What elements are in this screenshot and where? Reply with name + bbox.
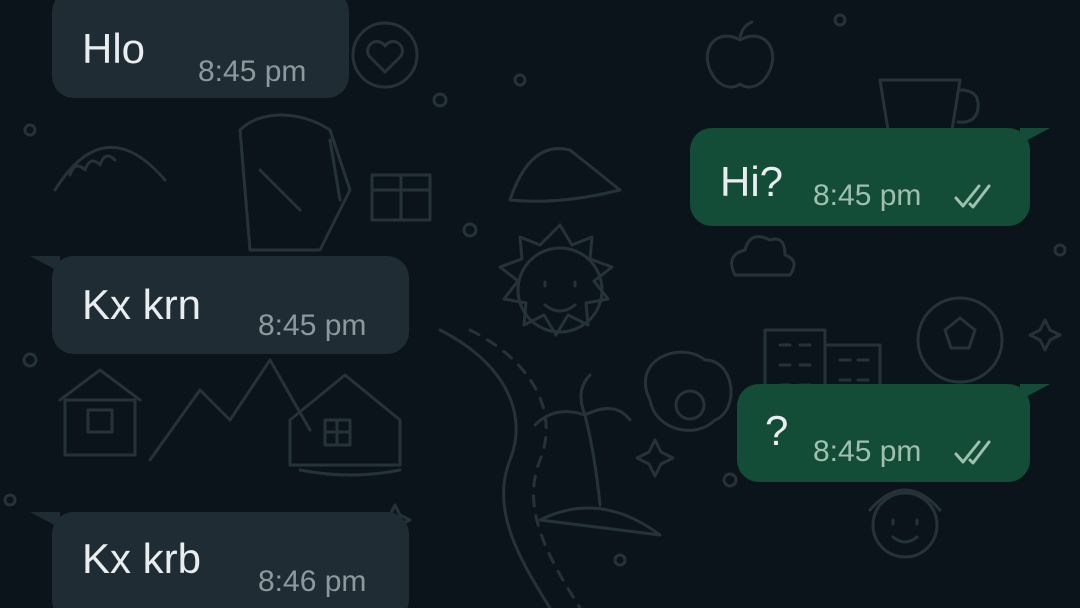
- message-text: Kx krb: [82, 535, 202, 582]
- ball-doodle: [916, 296, 1004, 384]
- message-text: Hlo: [82, 25, 146, 72]
- road-doodle: [438, 328, 582, 608]
- message-timestamp: 8:45 pm: [813, 435, 922, 468]
- message-timestamp: 8:46 pm: [258, 565, 367, 598]
- bubble-tail: [1020, 384, 1050, 400]
- heart-doodle: [351, 21, 419, 89]
- message-timestamp: 8:45 pm: [258, 309, 367, 342]
- double-check-icon: [954, 440, 991, 465]
- apple-doodle: [705, 20, 775, 89]
- egg-doodle: [643, 350, 733, 432]
- message-bubble-outgoing[interactable]: ? 8:45 pm: [737, 384, 1030, 482]
- message-bubble-incoming[interactable]: Kx krb 8:46 pm: [52, 512, 409, 608]
- message-bubble-outgoing[interactable]: Hi? 8:45 pm: [690, 128, 1030, 226]
- message-text: Hi?: [720, 158, 784, 205]
- message-bubble-incoming[interactable]: Kx krn 8:45 pm: [52, 256, 409, 354]
- gift-doodle: [370, 173, 432, 222]
- mountains-doodle: [148, 358, 312, 462]
- message-timestamp: 8:45 pm: [813, 179, 922, 212]
- bubble-tail: [30, 512, 60, 528]
- shoe-doodle: [508, 147, 622, 203]
- sun-doodle: [498, 223, 614, 337]
- person-doodle: [238, 113, 352, 252]
- bubble-tail: [30, 256, 60, 272]
- double-check-icon: [954, 184, 991, 209]
- cabin-doodle: [58, 368, 142, 457]
- taco-doodle: [53, 145, 167, 192]
- message-text: ?: [765, 407, 789, 454]
- message-text: Kx krn: [82, 281, 202, 328]
- message-timestamp: 8:45 pm: [198, 55, 307, 88]
- face-doodle: [868, 488, 942, 559]
- message-bubble-incoming[interactable]: Hlo 8:45 pm: [52, 0, 349, 98]
- bubble-tail: [1020, 128, 1050, 144]
- cup-doodle: [878, 78, 980, 132]
- cloud-doodle: [730, 235, 796, 277]
